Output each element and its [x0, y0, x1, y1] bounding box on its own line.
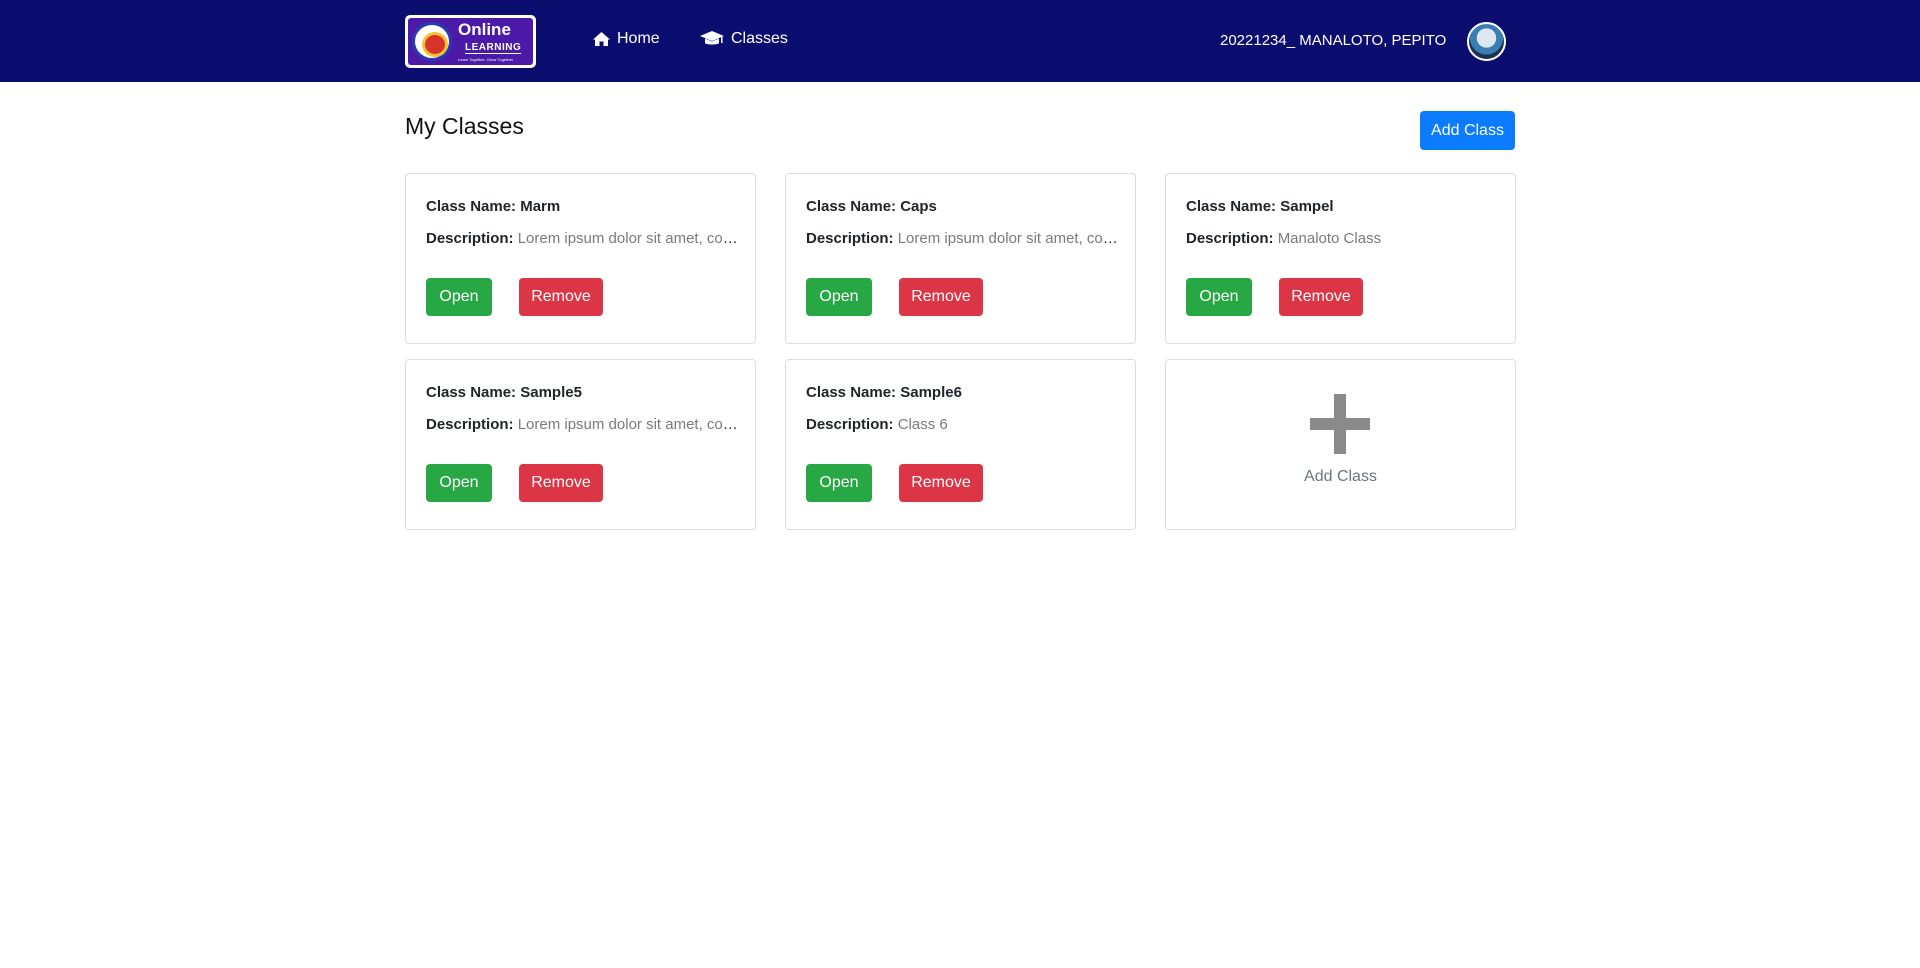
class-card: Class Name: Marm Description: Lorem ipsu…: [405, 173, 756, 344]
plus-icon: [1310, 394, 1370, 454]
class-description: Description: Lorem ipsum dolor sit amet,…: [426, 416, 738, 433]
graduation-cap-icon: [700, 31, 724, 45]
class-description: Description: Manaloto Class: [1186, 230, 1382, 247]
top-navbar: Online LEARNING Learn Together, Grow Tog…: [0, 0, 1920, 82]
add-class-card-label: Add Class: [1304, 468, 1377, 485]
class-name: Class Name: Marm: [426, 198, 561, 215]
class-name: Class Name: Sample5: [426, 384, 582, 401]
open-button[interactable]: Open: [1186, 278, 1252, 316]
class-name: Class Name: Caps: [806, 198, 937, 215]
nav-home-link[interactable]: Home: [592, 30, 660, 48]
class-description: Description: Lorem ipsum dolor sit amet,…: [426, 230, 738, 247]
remove-button[interactable]: Remove: [899, 278, 983, 316]
site-logo[interactable]: Online LEARNING Learn Together, Grow Tog…: [405, 15, 536, 68]
class-name: Class Name: Sampel: [1186, 198, 1334, 215]
add-class-button[interactable]: Add Class: [1420, 111, 1515, 150]
class-card: Class Name: Caps Description: Lorem ipsu…: [785, 173, 1136, 344]
nav-home-label: Home: [617, 30, 660, 47]
home-icon: [593, 32, 610, 46]
nav-classes-label: Classes: [731, 30, 788, 47]
nav-classes-link[interactable]: Classes: [699, 30, 788, 48]
logo-line1: Online: [458, 20, 511, 39]
logo-line2: LEARNING: [465, 42, 522, 54]
open-button[interactable]: Open: [426, 278, 492, 316]
class-description: Description: Class 6: [806, 416, 948, 433]
class-card: Class Name: Sample5 Description: Lorem i…: [405, 359, 756, 530]
remove-button[interactable]: Remove: [899, 464, 983, 502]
remove-button[interactable]: Remove: [1279, 278, 1363, 316]
avatar[interactable]: [1467, 22, 1506, 61]
logo-tagline: Learn Together, Grow Together: [458, 57, 513, 62]
class-description: Description: Lorem ipsum dolor sit amet,…: [806, 230, 1118, 247]
school-seal-icon: [412, 22, 452, 61]
remove-button[interactable]: Remove: [519, 464, 603, 502]
remove-button[interactable]: Remove: [519, 278, 603, 316]
page-title: My Classes: [405, 113, 524, 139]
class-name: Class Name: Sample6: [806, 384, 962, 401]
user-name[interactable]: 20221234_ MANALOTO, PEPITO: [1220, 32, 1446, 49]
class-card: Class Name: Sample6 Description: Class 6…: [785, 359, 1136, 530]
add-class-card[interactable]: Add Class: [1165, 359, 1516, 530]
open-button[interactable]: Open: [806, 278, 872, 316]
open-button[interactable]: Open: [426, 464, 492, 502]
class-card: Class Name: Sampel Description: Manaloto…: [1165, 173, 1516, 344]
open-button[interactable]: Open: [806, 464, 872, 502]
